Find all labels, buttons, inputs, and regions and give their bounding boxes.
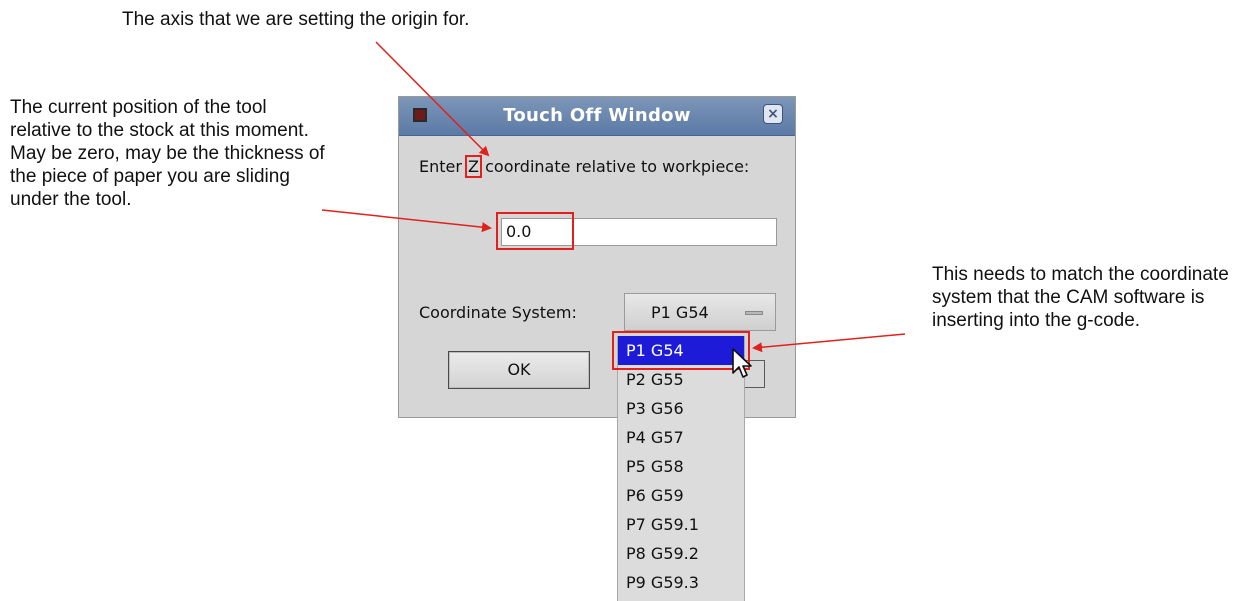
annotation-arrows (321, 41, 906, 353)
value-pointer-line (321, 209, 492, 233)
coordinate-pointer-line (752, 333, 906, 353)
axis-pointer-line (375, 41, 490, 157)
